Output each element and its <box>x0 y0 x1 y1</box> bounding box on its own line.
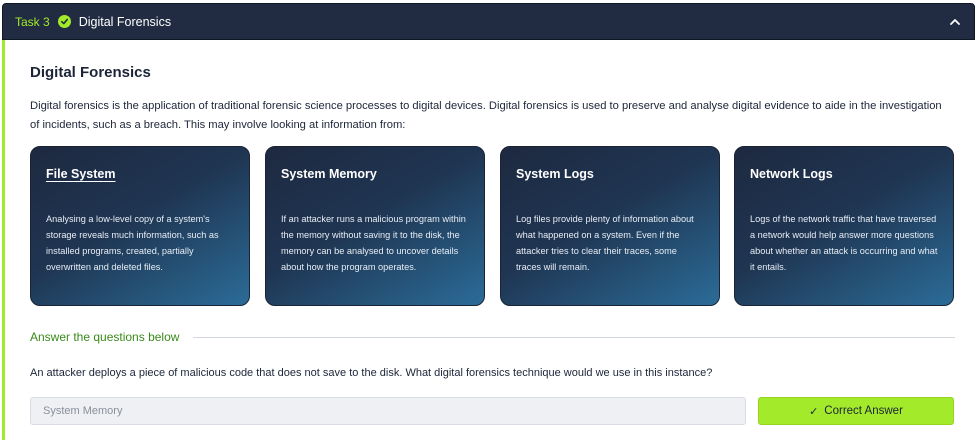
card-text: Logs of the network traffic that have tr… <box>750 214 938 272</box>
card-text: Log files provide plenty of information … <box>516 214 694 272</box>
card-file-system: File System Analysing a low-level copy o… <box>30 146 250 306</box>
card-system-memory: System Memory If an attacker runs a mali… <box>265 146 485 306</box>
task-number: Task 3 <box>15 14 50 29</box>
card-text: Analysing a low-level copy of a system's… <box>46 214 219 272</box>
section-heading: Digital Forensics <box>30 64 151 81</box>
card-title: System Memory <box>281 167 377 181</box>
check-icon: ✓ <box>809 405 819 418</box>
divider <box>193 336 955 338</box>
chevron-up-icon[interactable] <box>948 15 962 29</box>
card-text: If an attacker runs a malicious program … <box>281 214 466 272</box>
check-circle-icon <box>57 15 71 28</box>
card-network-logs: Network Logs Logs of the network traffic… <box>734 146 954 306</box>
correct-answer-button[interactable]: ✓ Correct Answer <box>758 397 954 425</box>
card-title: System Logs <box>516 167 594 181</box>
button-label: Correct Answer <box>824 405 903 417</box>
intro-paragraph: Digital forensics is the application of … <box>30 100 942 131</box>
task-body: Digital Forensics Digital forensics is t… <box>2 40 975 440</box>
answer-section-header: Answer the questions below <box>30 330 955 344</box>
answer-input[interactable] <box>30 397 746 425</box>
card-system-logs: System Logs Log files provide plenty of … <box>500 146 720 306</box>
task-title: Digital Forensics <box>78 14 172 29</box>
answer-section-label: Answer the questions below <box>30 330 180 344</box>
question-text: An attacker deploys a piece of malicious… <box>30 367 713 379</box>
card-title: Network Logs <box>750 167 833 181</box>
card-title[interactable]: File System <box>46 167 115 181</box>
task-header[interactable]: Task 3 Digital Forensics <box>2 3 975 40</box>
